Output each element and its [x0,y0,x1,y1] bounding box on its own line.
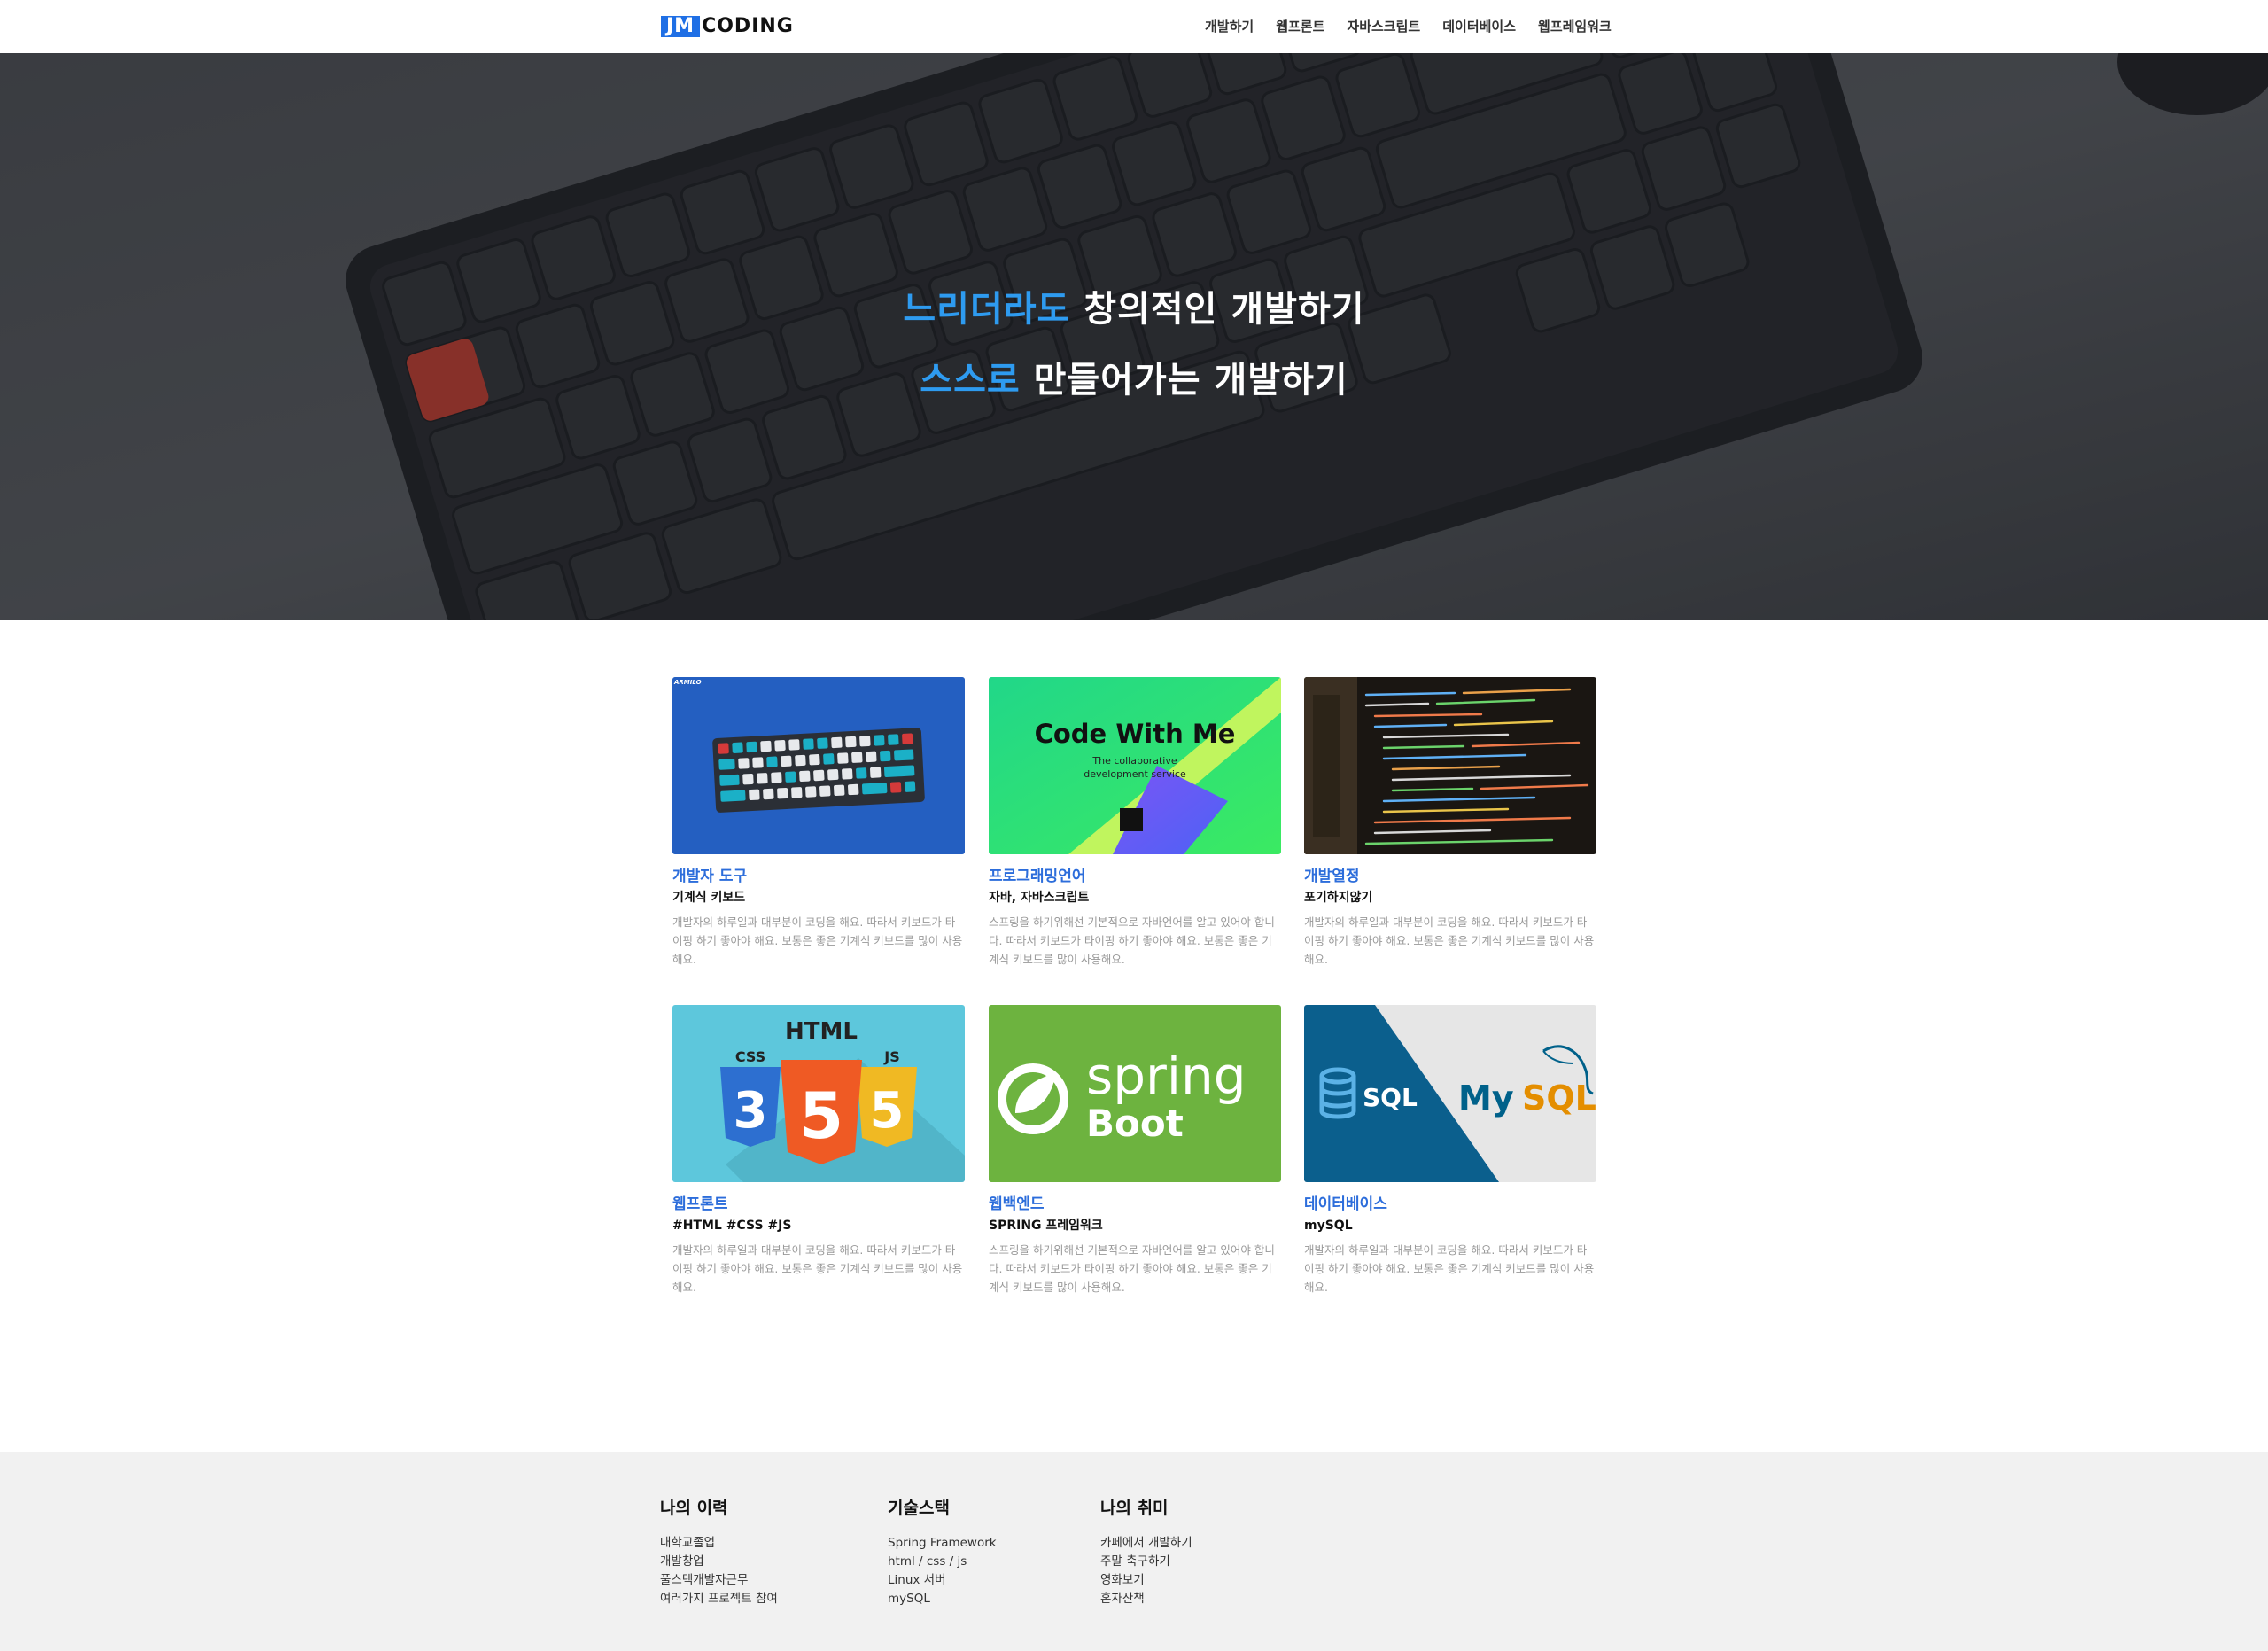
card-web-backend[interactable]: spring Boot 웹백엔드 SPRING 프레임워크 스프링을 하기위해선… [989,1005,1281,1297]
footer-list-item: 혼자산책 [1100,1592,1145,1606]
footer-column-career: 나의 이력 대학교졸업 개발창업 풀스텍개발자근무 여러가지 프로젝트 참여 [660,1497,778,1608]
thumb-num-js: 5 [870,1082,905,1140]
footer-list-item: 개발창업 [660,1554,704,1569]
card-programming-language[interactable]: Code With Me The collaborative developme… [989,677,1281,969]
footer-list-item: Linux 서버 [888,1573,946,1587]
nav-item-javascript[interactable]: 자바스크립트 [1347,16,1420,37]
footer-list: 대학교졸업 개발창업 풀스텍개발자근무 여러가지 프로젝트 참여 [660,1534,778,1608]
footer-list-item: 대학교졸업 [660,1536,716,1550]
card-description: 개발자의 하루일과 대부분이 코딩을 해요. 따라서 키보드가 타이핑 하기 좋… [1304,1243,1595,1294]
card-subtitle: 기계식 키보드 [672,891,746,905]
hero-headline-2-accent: 스스로 [920,360,1021,401]
logo-box: JM [661,16,701,37]
footer-column-tech-stack: 기술스택 Spring Framework html / css / js Li… [888,1497,997,1608]
keyboard-thumb-image: ARMILO [672,677,965,854]
nav-item-database[interactable]: 데이터베이스 [1442,16,1516,37]
nav-item-webfront[interactable]: 웹프론트 [1276,16,1324,37]
hero-headline-1-accent: 느리더라도 [903,289,1071,330]
footer-column-title: 기술스택 [888,1499,950,1518]
card-thumb-spring-boot[interactable]: spring Boot [989,1005,1281,1182]
footer-list-item: 풀스텍개발자근무 [660,1573,749,1587]
thumb-sql-text: SQL [1363,1083,1418,1112]
thumb-js-text: JS [883,1048,899,1065]
hero-headline-1: 느리더라도 창의적인 개발하기 [0,280,2268,331]
card-description: 개발자의 하루일과 대부분이 코딩을 해요. 따라서 키보드가 타이핑 하기 좋… [1304,915,1595,966]
footer-column-hobbies: 나의 취미 카페에서 개발하기 주말 축구하기 영화보기 혼자산책 [1100,1497,1192,1608]
card-subtitle: mySQL [1304,1219,1353,1233]
thumb-boot-text: Boot [1086,1102,1184,1145]
thumb-title-text: Code With Me [1035,719,1236,749]
hero-banner: 느리더라도 창의적인 개발하기 스스로 만들어가는 개발하기 [0,53,2268,620]
card-description: 개발자의 하루일과 대부분이 코딩을 해요. 따라서 키보드가 타이핑 하기 좋… [672,915,963,966]
hero-overlay [0,53,2268,620]
footer-list-item: mySQL [888,1592,930,1606]
hero-headline-2: 스스로 만들어가는 개발하기 [0,351,2268,402]
thumb-num-5: 5 [799,1079,843,1153]
site-logo[interactable]: JM CODING [661,16,794,37]
thumb-spring-text: spring [1086,1046,1247,1106]
thumb-css-text: CSS [735,1048,765,1065]
hero-headline-2-rest: 만들어가는 개발하기 [1020,360,1348,401]
card-thumb-mysql[interactable]: SQL My SQL [1304,1005,1596,1182]
site-footer: 나의 이력 대학교졸업 개발창업 풀스텍개발자근무 여러가지 프로젝트 참여 기… [0,1452,2268,1651]
card-title[interactable]: 개발자 도구 [672,867,965,886]
card-thumb-code-screen[interactable] [1304,677,1596,854]
footer-column-title: 나의 이력 [660,1499,728,1518]
thumb-sub2-text: development service [1084,768,1186,780]
footer-column-title: 나의 취미 [1100,1499,1169,1518]
card-description: 스프링을 하기위해선 기본적으로 자바언어를 알고 있어야 합니다. 따라서 키… [989,1243,1275,1294]
thumb-my-text: My [1458,1079,1514,1118]
card-title[interactable]: 웹프론트 [672,1195,965,1214]
footer-list-item: html / css / js [888,1554,967,1569]
footer-list-item: Spring Framework [888,1536,997,1550]
card-subtitle: 포기하지않기 [1304,891,1373,905]
footer-list-item: 여러가지 프로젝트 참여 [660,1592,778,1606]
card-subtitle: 자바, 자바스크립트 [989,891,1090,905]
spring-boot-thumb-image: spring Boot [989,1005,1281,1182]
hero-headline-1-rest: 창의적인 개발하기 [1070,289,1365,330]
logo-text: CODING [702,15,794,37]
footer-list: 카페에서 개발하기 주말 축구하기 영화보기 혼자산책 [1100,1534,1192,1608]
html-css-js-thumb-image: HTML CSS JS 3 5 5 [672,1005,965,1182]
footer-list-item: 카페에서 개발하기 [1100,1536,1192,1550]
thumb-brand-text: ARMILO [673,679,702,686]
card-database[interactable]: SQL My SQL 데이터베이스 mySQL 개발자의 하루일과 대부분이 코… [1304,1005,1596,1297]
card-dev-passion[interactable]: 개발열정 포기하지않기 개발자의 하루일과 대부분이 코딩을 해요. 따라서 키… [1304,677,1596,969]
card-subtitle: SPRING 프레임워크 [989,1219,1103,1233]
card-dev-tools[interactable]: ARMILO 개발자 도구 기계식 키보드 개발자의 하루일과 대부분이 코딩을… [672,677,965,969]
card-web-front[interactable]: HTML CSS JS 3 5 5 웹프론트 #HTML #CSS #JS 개발… [672,1005,965,1297]
footer-list: Spring Framework html / css / js Linux 서… [888,1534,997,1608]
thumb-sub1-text: The collaborative [1091,755,1177,767]
card-thumb-html-css-js[interactable]: HTML CSS JS 3 5 5 [672,1005,965,1182]
card-description: 스프링을 하기위해선 기본적으로 자바언어를 알고 있어야 합니다. 따라서 키… [989,915,1275,966]
thumb-num-3: 3 [734,1082,768,1140]
code-screen-thumb-image [1304,677,1596,854]
thumb-html-text: HTML [785,1018,858,1045]
nav-item-dev[interactable]: 개발하기 [1205,16,1254,37]
thumb-mysql-text: SQL [1522,1079,1596,1118]
mysql-thumb-image: SQL My SQL [1304,1005,1596,1182]
card-title[interactable]: 데이터베이스 [1304,1195,1596,1214]
card-description: 개발자의 하루일과 대부분이 코딩을 해요. 따라서 키보드가 타이핑 하기 좋… [672,1243,963,1294]
footer-list-item: 영화보기 [1100,1573,1145,1587]
main-nav: 개발하기 웹프론트 자바스크립트 데이터베이스 웹프레임워크 [1205,16,1634,37]
card-title[interactable]: 개발열정 [1304,867,1596,886]
card-subtitle: #HTML #CSS #JS [672,1219,792,1233]
card-title[interactable]: 프로그래밍언어 [989,867,1281,886]
card-title[interactable]: 웹백엔드 [989,1195,1281,1214]
nav-item-webframework[interactable]: 웹프레임워크 [1538,16,1612,37]
footer-list-item: 주말 축구하기 [1100,1554,1170,1569]
card-thumb-keyboard[interactable]: ARMILO [672,677,965,854]
code-with-me-thumb-image: Code With Me The collaborative developme… [989,677,1281,854]
site-header: JM CODING 개발하기 웹프론트 자바스크립트 데이터베이스 웹프레임워크 [0,0,2268,53]
card-thumb-code-with-me[interactable]: Code With Me The collaborative developme… [989,677,1281,854]
